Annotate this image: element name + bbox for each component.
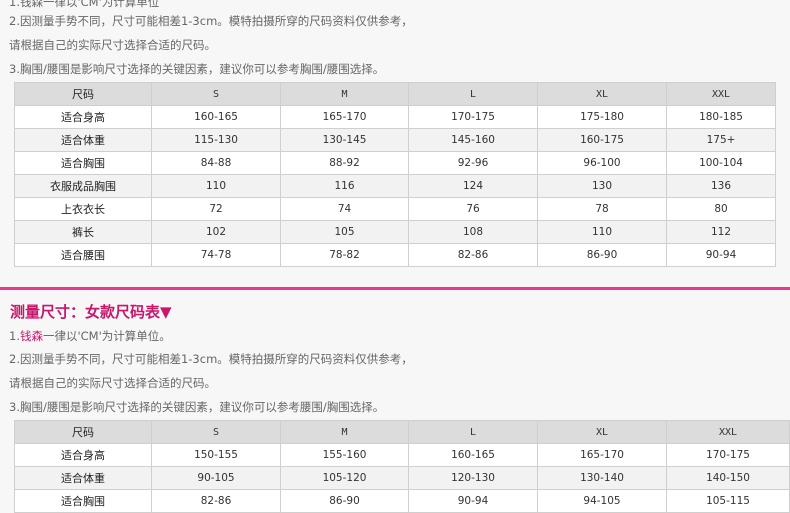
- table-header-row: 尺码 S M L XL XXL: [14, 420, 790, 444]
- header-label-cell: 尺码: [14, 82, 152, 106]
- bottom-note-4: 3.胸围/腰围是影响尺寸选择的关键因素，建议你可以参考腰围/胸围选择。: [9, 400, 385, 414]
- header-size-cell: S: [151, 420, 281, 444]
- value-cell: 160-175: [537, 128, 667, 152]
- value-cell: 96-100: [537, 151, 667, 175]
- value-cell: 116: [280, 174, 409, 198]
- value-cell: 160-165: [151, 105, 281, 129]
- top-note-3: 请根据自己的实际尺寸选择合适的尺码。: [9, 38, 216, 52]
- value-cell: 80: [666, 197, 776, 221]
- value-cell: 100-104: [666, 151, 776, 175]
- row-label-cell: 适合体重: [14, 466, 152, 490]
- value-cell: 170-175: [666, 443, 790, 467]
- header-size-cell: M: [280, 82, 409, 106]
- value-cell: 84-88: [151, 151, 281, 175]
- value-cell: 165-170: [537, 443, 667, 467]
- value-cell: 105-115: [666, 489, 790, 513]
- table-row: 适合胸围 84-88 88-92 92-96 96-100 100-104: [14, 151, 776, 175]
- top-note-2: 2.因测量手势不同，尺寸可能相差1-3cm。模特拍摄所穿的尺码资料仅供参考，: [9, 14, 413, 28]
- table-row: 适合身高 160-165 165-170 170-175 175-180 180-185: [14, 105, 776, 129]
- table-row: 适合体重 115-130 130-145 145-160 160-175 175+: [14, 128, 776, 152]
- value-cell: 110: [537, 220, 667, 244]
- top-note-1: 1.钱森一律以'CM'为计算单位: [9, 0, 160, 9]
- value-cell: 160-165: [408, 443, 538, 467]
- row-label-cell: 适合身高: [14, 443, 152, 467]
- value-cell: 145-160: [408, 128, 538, 152]
- value-cell: 110: [151, 174, 281, 198]
- value-cell: 74-78: [151, 243, 281, 267]
- section-title: 测量尺寸：女款尺码表▼: [10, 303, 172, 321]
- table-row: 适合腰围 74-78 78-82 82-86 86-90 90-94: [14, 243, 776, 267]
- value-cell: 170-175: [408, 105, 538, 129]
- value-cell: 105: [280, 220, 409, 244]
- value-cell: 130-145: [280, 128, 409, 152]
- row-label-cell: 适合体重: [14, 128, 152, 152]
- header-size-cell: M: [280, 420, 409, 444]
- row-label-cell: 适合胸围: [14, 489, 152, 513]
- row-label-cell: 衣服成品胸围: [14, 174, 152, 198]
- header-size-cell: XXL: [666, 82, 776, 106]
- value-cell: 165-170: [280, 105, 409, 129]
- section-divider: [0, 287, 790, 290]
- bottom-note-1: 1.钱森一律以'CM'为计算单位。: [9, 329, 171, 343]
- value-cell: 108: [408, 220, 538, 244]
- value-cell: 86-90: [537, 243, 667, 267]
- row-label-cell: 适合身高: [14, 105, 152, 129]
- table-row: 裤长 102 105 108 110 112: [14, 220, 776, 244]
- value-cell: 112: [666, 220, 776, 244]
- value-cell: 140-150: [666, 466, 790, 490]
- value-cell: 130-140: [537, 466, 667, 490]
- value-cell: 175-180: [537, 105, 667, 129]
- value-cell: 86-90: [280, 489, 409, 513]
- value-cell: 90-94: [408, 489, 538, 513]
- men-size-table: 尺码 S M L XL XXL 适合身高 160-165 165-170 170-175 175-1…: [14, 82, 776, 267]
- header-size-cell: S: [151, 82, 281, 106]
- value-cell: 82-86: [151, 489, 281, 513]
- value-cell: 78: [537, 197, 667, 221]
- bottom-note-2: 2.因测量手势不同，尺寸可能相差1-3cm。模特拍摄所穿的尺码资料仅供参考，: [9, 352, 413, 366]
- table-row: 适合身高 150-155 155-160 160-165 165-170 170-175: [14, 443, 790, 467]
- row-label-cell: 适合腰围: [14, 243, 152, 267]
- value-cell: 90-94: [666, 243, 776, 267]
- header-size-cell: XXL: [666, 420, 790, 444]
- value-cell: 94-105: [537, 489, 667, 513]
- bottom-note-3: 请根据自己的实际尺寸选择合适的尺码。: [9, 376, 216, 390]
- value-cell: 82-86: [408, 243, 538, 267]
- header-size-cell: XL: [537, 420, 667, 444]
- value-cell: 124: [408, 174, 538, 198]
- brand-name: 钱森: [19, 329, 43, 343]
- value-cell: 76: [408, 197, 538, 221]
- value-cell: 74: [280, 197, 409, 221]
- note-prefix: 1.: [9, 329, 20, 343]
- table-row: 适合体重 90-105 105-120 120-130 130-140 140-150: [14, 466, 790, 490]
- header-size-cell: L: [408, 82, 538, 106]
- value-cell: 88-92: [280, 151, 409, 175]
- value-cell: 130: [537, 174, 667, 198]
- value-cell: 120-130: [408, 466, 538, 490]
- value-cell: 92-96: [408, 151, 538, 175]
- value-cell: 102: [151, 220, 281, 244]
- value-cell: 155-160: [280, 443, 409, 467]
- note-rest: 一律以'CM'为计算单位。: [42, 329, 171, 343]
- table-row: 衣服成品胸围 110 116 124 130 136: [14, 174, 776, 198]
- value-cell: 72: [151, 197, 281, 221]
- value-cell: 90-105: [151, 466, 281, 490]
- value-cell: 105-120: [280, 466, 409, 490]
- header-size-cell: L: [408, 420, 538, 444]
- top-note-4: 3.胸围/腰围是影响尺寸选择的关键因素，建议你可以参考胸围/腰围选择。: [9, 62, 385, 76]
- table-header-row: 尺码 S M L XL XXL: [14, 82, 776, 106]
- row-label-cell: 裤长: [14, 220, 152, 244]
- row-label-cell: 适合胸围: [14, 151, 152, 175]
- value-cell: 136: [666, 174, 776, 198]
- row-label-cell: 上衣衣长: [14, 197, 152, 221]
- value-cell: 78-82: [280, 243, 409, 267]
- table-row: 适合胸围 82-86 86-90 90-94 94-105 105-115: [14, 489, 790, 513]
- women-size-table: 尺码 S M L XL XXL 适合身高 150-155 155-160 160-165 165-1…: [14, 420, 790, 513]
- value-cell: 180-185: [666, 105, 776, 129]
- header-size-cell: XL: [537, 82, 667, 106]
- header-label-cell: 尺码: [14, 420, 152, 444]
- value-cell: 150-155: [151, 443, 281, 467]
- table-row: 上衣衣长 72 74 76 78 80: [14, 197, 776, 221]
- value-cell: 115-130: [151, 128, 281, 152]
- value-cell: 175+: [666, 128, 776, 152]
